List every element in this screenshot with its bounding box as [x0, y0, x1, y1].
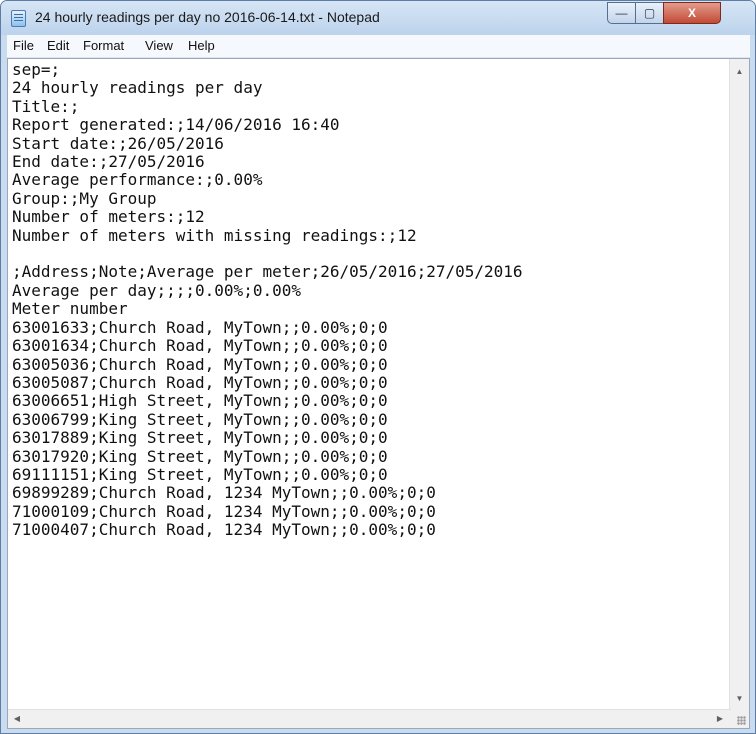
- text-content[interactable]: sep=; 24 hourly readings per day Title:;…: [12, 61, 727, 706]
- notepad-icon: [11, 10, 26, 27]
- title-bar[interactable]: 24 hourly readings per day no 2016-06-14…: [1, 1, 755, 35]
- scroll-down-icon[interactable]: ▼: [730, 694, 749, 703]
- horizontal-scrollbar[interactable]: ◀ ▶: [8, 709, 731, 728]
- notepad-window: 24 hourly readings per day no 2016-06-14…: [0, 0, 756, 734]
- close-button[interactable]: X: [663, 2, 721, 24]
- resize-grip-icon[interactable]: [730, 710, 749, 728]
- scroll-left-icon[interactable]: ◀: [10, 714, 24, 723]
- window-title: 24 hourly readings per day no 2016-06-14…: [35, 9, 380, 25]
- vertical-scrollbar[interactable]: ▲ ▼: [729, 59, 749, 711]
- maximize-button[interactable]: ▢: [635, 2, 664, 24]
- menu-file[interactable]: File: [13, 38, 34, 53]
- minimize-button[interactable]: —: [607, 2, 636, 24]
- editor-area: sep=; 24 hourly readings per day Title:;…: [7, 58, 750, 729]
- menu-help[interactable]: Help: [188, 38, 215, 53]
- scroll-right-icon[interactable]: ▶: [713, 714, 727, 723]
- menu-edit[interactable]: Edit: [47, 38, 69, 53]
- menu-view[interactable]: View: [145, 38, 173, 53]
- menu-format[interactable]: Format: [83, 38, 124, 53]
- menu-bar: File Edit Format View Help: [7, 35, 750, 58]
- scroll-up-icon[interactable]: ▲: [730, 67, 749, 76]
